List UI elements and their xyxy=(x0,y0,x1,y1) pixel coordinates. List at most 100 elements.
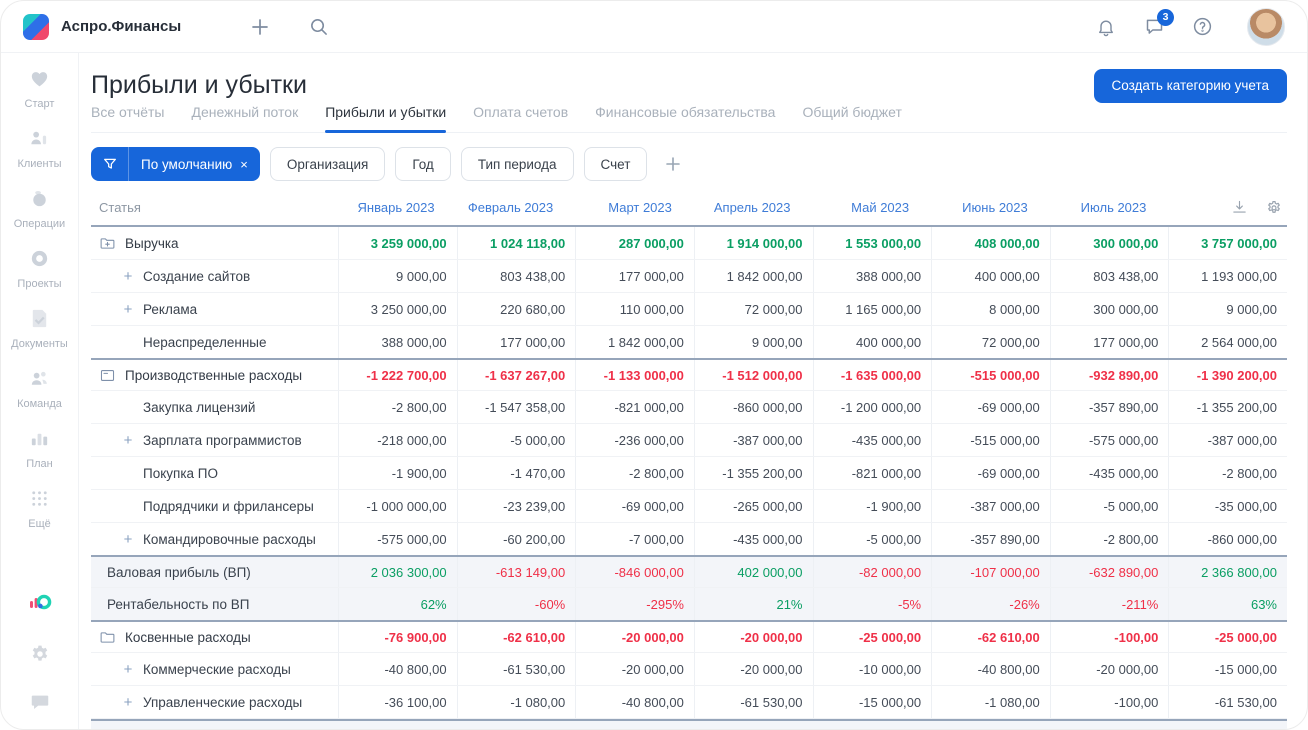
value-cell: -20 000,00 xyxy=(575,653,694,685)
article-cell[interactable]: + Создание сайтов xyxy=(91,260,338,292)
sidebar-item-documents[interactable]: Документы xyxy=(11,307,68,350)
notifications-bell-icon[interactable] xyxy=(1089,10,1123,44)
article-cell[interactable]: + Коммерческие расходы xyxy=(91,653,338,685)
article-cell[interactable]: + Реклама xyxy=(91,293,338,325)
card-minus-icon[interactable] xyxy=(99,367,116,384)
column-header-month-1: Февраль 2023 xyxy=(467,200,554,215)
value-cell: -387 000,00 xyxy=(1168,424,1287,456)
value-cell: 177 000,00 xyxy=(575,260,694,292)
value-cell: 2 564 000,00 xyxy=(1168,326,1287,358)
value-cell: -1 900,00 xyxy=(812,490,932,522)
column-header-month-3: Апрель 2023 xyxy=(713,200,791,215)
value-cell: -2 800,00 xyxy=(1168,457,1287,489)
tab-liabilities[interactable]: Финансовые обязательства xyxy=(595,104,775,132)
value-cell: 2 036 300,00 xyxy=(338,557,457,587)
table-row-child: + Командировочные расходы -575 000,00 -60 … xyxy=(91,523,1287,556)
add-filter-icon[interactable] xyxy=(663,154,683,174)
folder-icon[interactable] xyxy=(99,629,116,646)
value-cell: -7 000,00 xyxy=(575,523,694,555)
value-cell: -211% xyxy=(1049,588,1169,620)
value-cell: -2 800,00 xyxy=(575,457,694,489)
table-settings-gear-icon[interactable] xyxy=(1265,199,1283,217)
filter-chip-year[interactable]: Год xyxy=(395,147,451,181)
article-label: Реклама xyxy=(143,301,198,317)
value-cell: -218 000,00 xyxy=(338,424,457,456)
value-cell: -62 610,00 xyxy=(456,622,576,652)
value-cell: 9 000,00 xyxy=(1168,293,1287,325)
column-header-month-6: Июль 2023 xyxy=(1080,200,1147,215)
value-cell: -69 000,00 xyxy=(931,391,1050,423)
value-cell: -821 000,00 xyxy=(575,391,694,423)
profit-loss-table: Статья Январь 2023 Февраль 2023 Март 2023 Ап… xyxy=(91,190,1287,729)
user-avatar[interactable] xyxy=(1247,7,1285,46)
article-cell[interactable]: + Подрядчики и фрилансеры xyxy=(91,490,338,522)
settings-gear-icon[interactable] xyxy=(29,643,51,665)
sidebar-item-clients[interactable]: Клиенты xyxy=(11,127,68,170)
sidebar-item-plan[interactable]: План xyxy=(11,427,68,470)
sidebar: Старт Клиенты Операции Проекты Документы… xyxy=(1,53,79,729)
expand-plus-icon[interactable]: + xyxy=(121,269,135,284)
value-cell: 388 000,00 xyxy=(338,326,457,358)
expand-plus-icon[interactable]: + xyxy=(121,433,135,448)
article-cell[interactable]: + Закупка лицензий xyxy=(91,391,338,423)
sidebar-item-team[interactable]: Команда xyxy=(11,367,68,410)
filter-preset-button[interactable]: По умолчанию × xyxy=(91,147,260,181)
app-logo-icon xyxy=(23,13,49,40)
tab-profit-loss[interactable]: Прибыли и убытки xyxy=(325,104,446,133)
table-row-child: + Нераспределенные388 000,00177 000,001 … xyxy=(91,326,1287,359)
article-label: Создание сайтов xyxy=(143,268,251,284)
table-bottom-partial-row xyxy=(91,719,1287,729)
expand-plus-icon[interactable]: + xyxy=(121,662,135,677)
table-row-child: + Реклама 3 250 000,00 220 680,00 110 000,0… xyxy=(91,293,1287,326)
value-cell: -613 149,00 xyxy=(456,557,576,587)
support-chat-icon[interactable] xyxy=(29,691,51,713)
value-cell: -40 800,00 xyxy=(575,686,694,718)
value-cell: 400 000,00 xyxy=(812,326,932,358)
value-cell: -1 637 267,00 xyxy=(456,360,576,390)
article-cell[interactable]: + Покупка ПО xyxy=(91,457,338,489)
value-cell: 803 438,00 xyxy=(1049,260,1169,292)
sidebar-item-operations[interactable]: Операции xyxy=(11,187,68,230)
value-cell: -575 000,00 xyxy=(1049,424,1169,456)
filter-preset-clear-icon[interactable]: × xyxy=(240,157,260,172)
expand-plus-icon[interactable]: + xyxy=(121,695,135,710)
column-header-article: Статья xyxy=(99,200,141,215)
tab-all-reports[interactable]: Все отчёты xyxy=(91,104,164,132)
sidebar-item-start[interactable]: Старт xyxy=(11,67,68,110)
article-cell[interactable]: Производственные расходы xyxy=(91,360,338,390)
article-cell[interactable]: Выручка xyxy=(91,227,338,259)
value-cell: -5% xyxy=(812,588,932,620)
filter-chip-organization[interactable]: Организация xyxy=(269,147,386,181)
filter-chip-account[interactable]: Счет xyxy=(583,147,648,181)
article-cell[interactable]: + Управленческие расходы xyxy=(91,686,338,718)
article-cell[interactable]: + Нераспределенные xyxy=(91,326,338,358)
column-header-month-0: Январь 2023 xyxy=(357,200,435,215)
article-cell[interactable]: + Командировочные расходы xyxy=(91,523,338,555)
value-cell: -60 200,00 xyxy=(456,523,576,555)
tab-cash-flow[interactable]: Денежный поток xyxy=(191,104,298,132)
value-cell: 1 553 000,00 xyxy=(812,227,932,259)
filter-chip-period-type[interactable]: Тип периода xyxy=(460,147,574,181)
chat-icon[interactable]: 3 xyxy=(1137,8,1174,44)
search-icon[interactable] xyxy=(301,10,335,44)
value-cell: -2 800,00 xyxy=(1049,523,1169,555)
tab-invoice-payment[interactable]: Оплата счетов xyxy=(473,104,568,132)
create-category-button[interactable]: Создать категорию учета xyxy=(1093,68,1287,103)
tab-budget[interactable]: Общий бюджет xyxy=(802,104,901,132)
sidebar-item-more[interactable]: Ещё xyxy=(11,487,68,530)
value-cell: -1 900,00 xyxy=(338,457,457,489)
value-cell: -20 000,00 xyxy=(1049,653,1169,685)
value-cell: -40 800,00 xyxy=(338,653,457,685)
help-icon[interactable] xyxy=(1185,10,1219,44)
expand-plus-icon[interactable]: + xyxy=(121,532,135,547)
value-cell: -1 635 000,00 xyxy=(812,360,932,390)
article-cell[interactable]: Косвенные расходы xyxy=(91,622,338,652)
expand-plus-icon[interactable]: + xyxy=(121,302,135,317)
folder-plus-icon[interactable] xyxy=(99,235,116,252)
sidebar-item-projects[interactable]: Проекты xyxy=(11,247,68,290)
add-button[interactable] xyxy=(243,10,277,44)
value-cell: 803 438,00 xyxy=(456,260,576,292)
download-icon[interactable] xyxy=(1231,199,1248,216)
value-cell: -1 222 700,00 xyxy=(338,360,457,390)
article-cell[interactable]: + Зарплата программистов xyxy=(91,424,338,456)
